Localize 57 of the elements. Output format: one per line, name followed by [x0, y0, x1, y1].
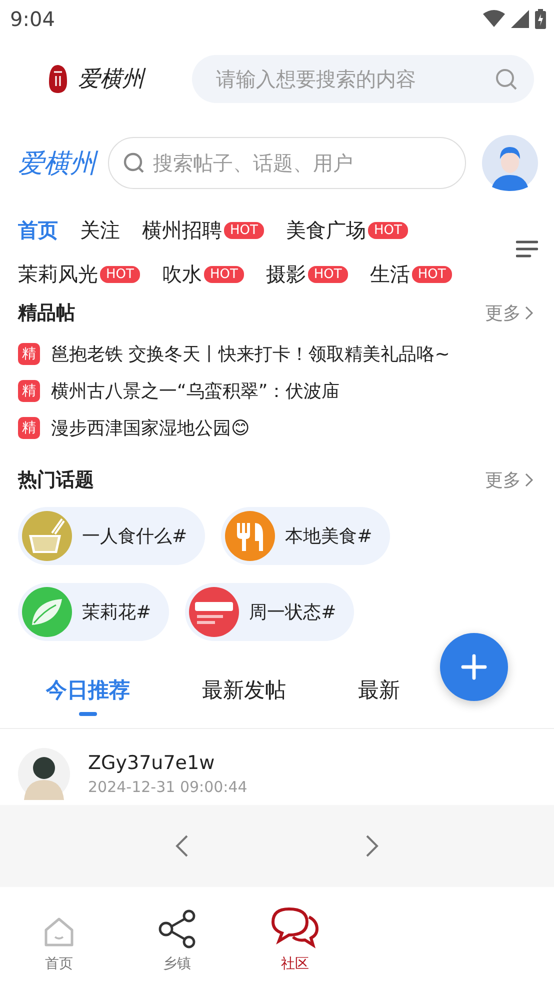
section-title: 热门话题: [18, 468, 94, 493]
category-tab[interactable]: 关注: [80, 212, 120, 248]
section-title: 精品帖: [18, 301, 75, 326]
search-icon: [123, 152, 145, 174]
author-avatar: [18, 748, 70, 800]
featured-badge: 精: [18, 416, 40, 438]
category-tab[interactable]: 生活 HOT: [370, 256, 452, 292]
feed-tab[interactable]: 今日推荐: [46, 672, 130, 716]
topic-chip[interactable]: 茉莉花#: [18, 583, 170, 641]
share-icon: [157, 909, 197, 949]
chevron-right-icon: [524, 472, 534, 488]
chevron-left-icon[interactable]: [175, 834, 189, 858]
category-tab[interactable]: 首页: [18, 212, 58, 248]
search-icon: [494, 67, 518, 91]
feed-tab[interactable]: 最新: [358, 672, 400, 716]
chat-bubbles-icon: [271, 905, 319, 949]
featured-badge: 精: [18, 380, 40, 402]
category-tab[interactable]: 茉莉风光 HOT: [18, 256, 140, 292]
logo-seal-icon: [48, 64, 68, 94]
hot-badge: HOT: [204, 266, 244, 282]
more-link[interactable]: 更多: [485, 301, 534, 325]
add-post-button[interactable]: [440, 633, 508, 701]
logo-text: 爱横州: [78, 65, 144, 93]
featured-post-link[interactable]: 横州古八景之一“乌蛮积翠”：伏波庙: [51, 378, 340, 402]
menu-icon[interactable]: [516, 240, 538, 258]
feed-tab[interactable]: 最新发帖: [202, 672, 286, 716]
hot-badge: HOT: [224, 222, 264, 238]
battery-icon: [535, 9, 546, 29]
category-tab[interactable]: 美食广场 HOT: [286, 212, 408, 248]
topic-chip[interactable]: 一人食什么#: [18, 507, 206, 565]
chevron-right-icon[interactable]: [365, 834, 379, 858]
plus-icon: [461, 654, 487, 680]
signal-icon: [511, 10, 529, 28]
more-link[interactable]: 更多: [485, 468, 534, 492]
hot-badge: HOT: [368, 222, 408, 238]
nav-tab[interactable]: 社区: [236, 887, 354, 985]
nav-tab[interactable]: 乡镇: [118, 887, 236, 985]
community-title: 爱横州: [18, 146, 96, 180]
featured-post-link[interactable]: 漫步西津国家湿地公园😊: [51, 416, 250, 440]
hot-badge: HOT: [100, 266, 140, 282]
home-icon: [42, 915, 76, 949]
author-name: ZGy37u7e1w: [88, 752, 216, 774]
category-tab[interactable]: 横州招聘 HOT: [142, 212, 264, 248]
post-time: 2024-12-31 09:00:44: [88, 778, 248, 796]
chevron-right-icon: [524, 305, 534, 321]
hot-badge: HOT: [308, 266, 348, 282]
nav-tab[interactable]: 首页: [0, 887, 118, 985]
featured-badge: 精: [18, 342, 40, 364]
hot-badge: HOT: [412, 266, 452, 282]
topic-chip[interactable]: 本地美食#: [221, 507, 390, 565]
topic-chip[interactable]: 周一状态#: [185, 583, 354, 641]
wifi-icon: [483, 10, 505, 28]
status-time: 9:04: [10, 7, 55, 31]
user-avatar[interactable]: [482, 135, 538, 191]
category-tab[interactable]: 吹水 HOT: [162, 256, 244, 292]
category-tab[interactable]: 摄影 HOT: [266, 256, 348, 292]
featured-post-link[interactable]: 邕抱老铁 交换冬天丨快来打卡！领取精美礼品咯~: [51, 342, 450, 366]
